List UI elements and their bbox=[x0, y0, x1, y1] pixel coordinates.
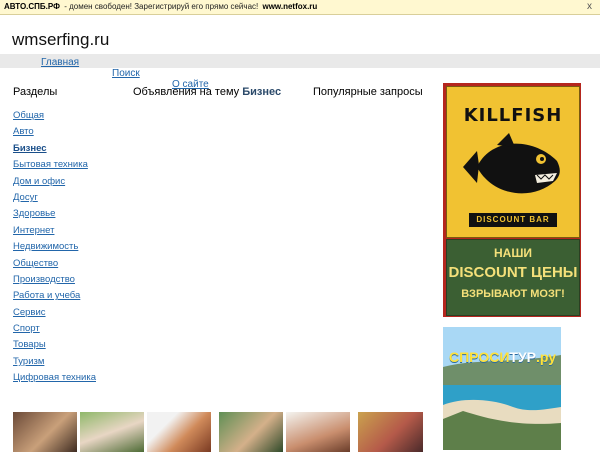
category-item[interactable]: Спорт bbox=[13, 321, 96, 337]
sprositur-banner-ad[interactable]: СПРОСИТУР.ру bbox=[443, 327, 561, 450]
photo-thumbnail[interactable] bbox=[147, 412, 211, 452]
site-title: wmserfing.ru bbox=[12, 30, 110, 49]
beach-landscape-image bbox=[443, 327, 561, 450]
close-icon[interactable]: x bbox=[587, 0, 592, 14]
domain-ad-lead[interactable]: АВТО.СПБ.РФ bbox=[4, 2, 60, 11]
ads-heading-prefix: Объявления на тему bbox=[133, 86, 240, 98]
category-item[interactable]: Бытовая техника bbox=[13, 157, 96, 173]
sprositur-logo-part-c: .ру bbox=[536, 349, 557, 365]
killfish-banner-bottom: НАШИ DISCOUNT ЦЕНЫ ВЗРЫВАЮТ МОЗГ! bbox=[446, 239, 580, 316]
category-link[interactable]: Цифровая техника bbox=[13, 372, 96, 383]
category-link[interactable]: Интернет bbox=[13, 225, 54, 236]
category-item[interactable]: Работа и учеба bbox=[13, 288, 96, 304]
category-item[interactable]: Цифровая техника bbox=[13, 370, 96, 386]
category-item[interactable]: Недвижимость bbox=[13, 239, 96, 255]
category-item[interactable]: Общество bbox=[13, 256, 96, 272]
category-link[interactable]: Авто bbox=[13, 126, 34, 137]
ads-heading: Объявления на тему Бизнес bbox=[133, 86, 281, 98]
domain-ad-text: - домен свободен! Зарегистрируй его прям… bbox=[64, 2, 259, 11]
category-link[interactable]: Сервис bbox=[13, 307, 46, 318]
category-item[interactable]: Авто bbox=[13, 124, 96, 140]
sections-heading: Разделы bbox=[13, 86, 58, 98]
category-link[interactable]: Бытовая техника bbox=[13, 159, 88, 170]
ads-heading-topic: Бизнес bbox=[242, 86, 282, 98]
killfish-subtitle: DISCOUNT BAR bbox=[469, 213, 557, 227]
category-link-active[interactable]: Бизнес bbox=[13, 143, 47, 154]
category-link[interactable]: Работа и учеба bbox=[13, 290, 80, 301]
category-item-active[interactable]: Бизнес bbox=[13, 141, 96, 157]
nav-bar bbox=[0, 54, 600, 68]
sprositur-logo-part-b: ТУР bbox=[509, 349, 536, 365]
photo-thumbnail-strip bbox=[13, 412, 423, 452]
category-item[interactable]: Туризм bbox=[13, 354, 96, 370]
killfish-banner-ad[interactable]: KILLFISH DISCOUNT BAR НАШИ DISCOUNT ЦЕНЫ… bbox=[443, 83, 581, 317]
category-link[interactable]: Здоровье bbox=[13, 208, 55, 219]
sprositur-logo-part-a: СПРОСИ bbox=[449, 349, 510, 365]
category-item[interactable]: Дом и офис bbox=[13, 174, 96, 190]
domain-ad-link[interactable]: www.netfox.ru bbox=[262, 2, 317, 11]
killfish-line-2: DISCOUNT ЦЕНЫ bbox=[448, 264, 578, 281]
photo-thumbnail[interactable] bbox=[80, 412, 144, 452]
category-item[interactable]: Интернет bbox=[13, 223, 96, 239]
killfish-line-1: НАШИ bbox=[493, 246, 532, 260]
photo-thumbnail[interactable] bbox=[358, 412, 423, 452]
category-link[interactable]: Общество bbox=[13, 258, 58, 269]
category-link[interactable]: Досуг bbox=[13, 192, 38, 203]
nav-search-link[interactable]: Поиск bbox=[112, 68, 140, 79]
category-link[interactable]: Производство bbox=[13, 274, 75, 285]
category-item[interactable]: Общая bbox=[13, 108, 96, 124]
category-item[interactable]: Досуг bbox=[13, 190, 96, 206]
category-item[interactable]: Здоровье bbox=[13, 206, 96, 222]
category-link[interactable]: Туризм bbox=[13, 356, 44, 367]
category-link[interactable]: Дом и офис bbox=[13, 176, 65, 187]
category-item[interactable]: Сервис bbox=[13, 305, 96, 321]
domain-ad-bar[interactable]: АВТО.СПБ.РФ - домен свободен! Зарегистри… bbox=[0, 0, 600, 15]
killfish-logo: KILLFISH bbox=[463, 105, 563, 126]
photo-thumbnail[interactable] bbox=[13, 412, 77, 452]
category-item[interactable]: Товары bbox=[13, 337, 96, 353]
category-item[interactable]: Производство bbox=[13, 272, 96, 288]
category-link[interactable]: Товары bbox=[13, 339, 46, 350]
killfish-banner-top: KILLFISH DISCOUNT BAR bbox=[446, 86, 580, 238]
sprositur-logo: СПРОСИТУР.ру bbox=[449, 349, 556, 365]
category-link[interactable]: Недвижимость bbox=[13, 241, 78, 252]
killfish-line-3: ВЗРЫВАЮТ МОЗГ! bbox=[461, 288, 565, 300]
popular-heading: Популярные запросы bbox=[313, 86, 423, 98]
category-link[interactable]: Общая bbox=[13, 110, 44, 121]
photo-thumbnail[interactable] bbox=[219, 412, 283, 452]
category-list: Общая Авто Бизнес Бытовая техника Дом и … bbox=[13, 108, 96, 387]
piranha-fish-icon bbox=[463, 133, 560, 194]
category-link[interactable]: Спорт bbox=[13, 323, 40, 334]
nav-home-link[interactable]: Главная bbox=[41, 57, 79, 68]
photo-thumbnail[interactable] bbox=[286, 412, 350, 452]
